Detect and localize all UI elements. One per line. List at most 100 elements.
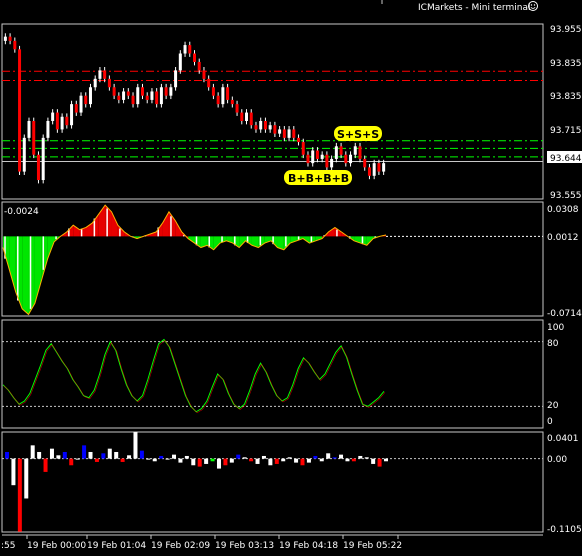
svg-text:S+S+S: S+S+S — [337, 128, 379, 141]
momentum-bar — [364, 457, 369, 459]
chart-canvas[interactable]: ICMarkets - Mini terminal S+S+S B+B+B+B — [0, 0, 582, 556]
momentum-bar — [62, 451, 67, 459]
momentum-bar — [24, 458, 29, 499]
price-candle-body — [292, 129, 296, 138]
price-candle-body — [188, 45, 192, 54]
momentum-bar — [384, 458, 388, 462]
time-tick-label: 19 Feb 02:09 — [151, 541, 210, 551]
stochastic-tick-label: 0 — [547, 417, 553, 427]
price-candle-body — [103, 70, 107, 79]
price-candle-body — [211, 87, 215, 96]
price-tick-label: 93.955 — [550, 25, 582, 35]
momentum-bar — [75, 458, 80, 460]
momentum-bar — [377, 458, 382, 467]
price-candle-body — [230, 99, 234, 105]
price-candle-body — [46, 120, 50, 138]
price-candle-body — [367, 167, 371, 176]
price-tick-label: 93.835 — [550, 92, 582, 102]
price-candle-body — [183, 45, 187, 54]
oscillator-area-segment — [245, 236, 252, 246]
price-candle-body — [263, 120, 267, 130]
price-candle-body — [51, 112, 55, 121]
oscillator-area-segment — [213, 236, 221, 250]
price-candle-body — [8, 36, 12, 41]
stochastic-main-line — [2, 338, 385, 413]
price-candle-body — [169, 87, 173, 96]
momentum-bar — [94, 458, 99, 462]
svg-text:B+B+B+B: B+B+B+B — [288, 172, 349, 185]
price-candle-body — [131, 95, 135, 105]
momentum-bar — [11, 458, 16, 486]
momentum-bar — [152, 458, 157, 462]
price-candle-body — [339, 146, 343, 155]
momentum-bar — [5, 451, 9, 459]
momentum-bar — [371, 458, 376, 464]
price-candle-body — [98, 70, 102, 79]
oscillator-area-segment — [28, 236, 35, 315]
price-candle-body — [27, 120, 31, 138]
momentum-bar — [204, 458, 209, 464]
price-candle-body — [221, 87, 225, 105]
stochastic-tick-label: 20 — [547, 401, 559, 411]
price-candle-body — [344, 154, 348, 164]
oscillator-area-segment — [9, 236, 16, 293]
oscillator-area-segment — [15, 236, 23, 309]
price-candles — [3, 33, 386, 184]
price-candle-body — [74, 104, 78, 113]
price-candle-body — [202, 70, 206, 79]
momentum-bar — [274, 458, 279, 464]
price-candle-body — [18, 49, 22, 172]
price-candle-body — [311, 150, 315, 164]
price-candle-body — [36, 154, 40, 181]
momentum-bar — [306, 458, 311, 463]
price-candle-body — [301, 142, 305, 155]
price-candle-body — [249, 112, 253, 126]
momentum-bar — [261, 455, 266, 459]
price-candle-body — [84, 95, 88, 105]
momentum-bar — [191, 458, 196, 466]
price-candle-body — [240, 112, 244, 121]
price-candle-body — [216, 95, 220, 105]
price-candle-body — [372, 163, 376, 176]
momentum-bar — [146, 458, 151, 460]
price-candle-body — [273, 125, 277, 134]
momentum-bar — [17, 458, 22, 532]
price-candle-body — [65, 116, 69, 126]
price-candle-body — [330, 158, 334, 168]
price-candle-body — [320, 154, 324, 159]
oscillator-area-segment — [105, 205, 112, 237]
price-candle-body — [358, 146, 362, 159]
time-tick-label: 19 Feb 03:13 — [215, 541, 274, 551]
momentum-panel — [2, 432, 543, 532]
time-tick-label: 19 Feb 01:04 — [87, 541, 146, 551]
momentum-bar — [229, 458, 234, 463]
price-candle-body — [259, 120, 263, 130]
price-candle-body — [245, 112, 249, 121]
price-candle-body — [315, 150, 319, 159]
price-candle-body — [268, 125, 272, 130]
price-candle-body — [193, 53, 196, 62]
price-candle-body — [178, 53, 182, 71]
time-tick-label: :55 — [1, 541, 15, 551]
momentum-bar — [210, 458, 215, 462]
price-candle-body — [226, 87, 230, 100]
momentum-bar — [358, 455, 363, 459]
momentum-bar — [216, 458, 221, 469]
panel-frame — [1, 201, 544, 317]
momentum-bar — [43, 458, 48, 472]
price-candle-body — [155, 91, 159, 105]
momentum-zero-label: 0.00 — [547, 455, 567, 465]
time-tick-label: 19 Feb 00:00 — [27, 541, 86, 551]
oscillator-area-segment — [328, 227, 335, 237]
price-candle-body — [325, 154, 329, 168]
oscillator-area-segment — [283, 236, 291, 250]
panel-frames — [1, 23, 544, 539]
price-candle-body — [363, 158, 367, 168]
momentum-bar — [313, 455, 318, 459]
oscillator-bottom-label: -0.0714 — [547, 309, 582, 319]
terminal-title: ICMarkets - Mini terminal — [418, 3, 530, 13]
momentum-bar — [172, 454, 177, 459]
momentum-bar — [345, 458, 350, 462]
momentum-bar — [82, 445, 87, 459]
price-candle-body — [334, 146, 338, 159]
